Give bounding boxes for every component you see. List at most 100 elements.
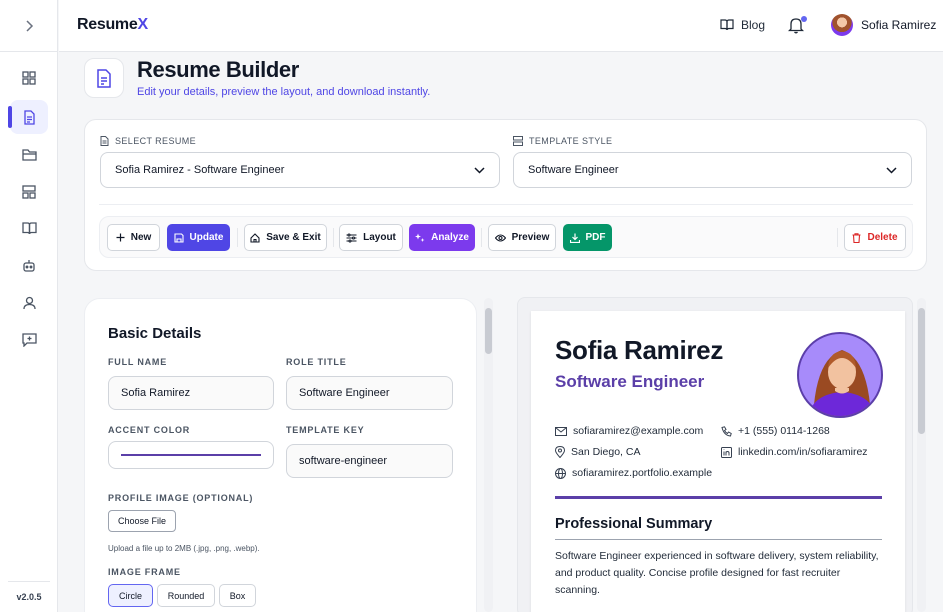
app-logo[interactable]: ResumeX — [77, 16, 148, 34]
section-title: Basic Details — [108, 325, 202, 342]
document-icon — [100, 136, 109, 146]
sidebar-item-ai-assistant[interactable] — [10, 249, 48, 283]
resume-controls-card: SELECT RESUME Sofia Ramirez - Software E… — [84, 119, 927, 271]
accent-color-swatch — [121, 454, 261, 456]
user-icon — [22, 296, 36, 310]
toolbar-separator — [837, 228, 838, 247]
resume-page: Sofia Ramirez Software Engineer sofiaram… — [531, 311, 905, 612]
eye-icon — [494, 233, 506, 242]
basic-details-card: Basic Details FULL NAME Sofia Ramirez RO… — [84, 298, 477, 612]
book-icon — [720, 19, 734, 31]
document-icon — [23, 109, 36, 125]
avatar — [831, 14, 853, 36]
update-button[interactable]: Update — [167, 224, 230, 251]
full-name-field[interactable]: Sofia Ramirez — [108, 376, 274, 410]
upload-hint: Upload a file up to 2MB (.jpg, .png, .we… — [108, 544, 260, 553]
sidebar-item-feedback[interactable] — [10, 323, 48, 357]
select-resume-label: SELECT RESUME — [100, 136, 196, 146]
layout-icon — [513, 136, 523, 146]
folder-icon — [21, 148, 37, 161]
user-name: Sofia Ramirez — [861, 18, 937, 32]
pdf-button[interactable]: PDF — [563, 224, 612, 251]
template-key-label: TEMPLATE KEY — [286, 425, 365, 435]
app-version: v2.0.5 — [8, 581, 50, 602]
image-frame-label: IMAGE FRAME — [108, 567, 181, 577]
toolbar-separator — [333, 228, 334, 247]
summary-text: Software Engineer experienced in softwar… — [555, 550, 879, 596]
document-icon — [96, 68, 112, 88]
linkedin-icon — [721, 446, 732, 458]
location-pin-icon — [555, 446, 565, 458]
accent-color-picker[interactable] — [108, 441, 274, 469]
full-name-label: FULL NAME — [108, 357, 168, 367]
template-style-dropdown[interactable]: Software Engineer — [513, 152, 912, 188]
sidebar-item-dashboard[interactable] — [10, 61, 48, 95]
trash-icon — [852, 232, 861, 243]
phone-icon — [721, 425, 732, 437]
role-title-field[interactable]: Software Engineer — [286, 376, 453, 410]
blog-link[interactable]: Blog — [720, 18, 765, 32]
profile-photo — [797, 332, 883, 418]
save-icon — [173, 232, 184, 243]
template-style-label: TEMPLATE STYLE — [513, 136, 612, 146]
sidebar-toggle[interactable] — [0, 0, 58, 52]
resume-linkedin: linkedin.com/in/sofiaramirez — [721, 446, 868, 458]
resume-location: San Diego, CA — [555, 446, 640, 458]
topbar: ResumeX Blog Sofia Ramirez — [59, 0, 943, 52]
notifications-button[interactable] — [788, 16, 807, 36]
blog-label: Blog — [741, 18, 766, 32]
book-icon — [21, 221, 37, 235]
layout-icon — [22, 185, 36, 199]
section-divider — [555, 539, 882, 540]
sidebar-item-profile[interactable] — [10, 286, 48, 320]
notification-dot — [801, 16, 807, 22]
feedback-icon — [21, 333, 37, 347]
role-title-label: ROLE TITLE — [286, 357, 347, 367]
resume-phone: +1 (555) 0114-1268 — [721, 425, 830, 437]
chevron-right-icon — [24, 19, 34, 32]
sidebar-item-files[interactable] — [10, 137, 48, 171]
robot-icon — [22, 259, 36, 273]
resume-email: sofiaramirez@example.com — [555, 425, 703, 437]
save-exit-button[interactable]: Save & Exit — [244, 224, 327, 251]
preview-button[interactable]: Preview — [488, 224, 556, 251]
scrollbar-thumb[interactable] — [918, 308, 925, 434]
page-title: Resume Builder — [137, 57, 299, 82]
summary-heading: Professional Summary — [555, 516, 713, 532]
delete-button[interactable]: Delete — [844, 224, 906, 251]
preview-scrollbar[interactable] — [917, 298, 926, 612]
plus-icon — [116, 233, 125, 242]
toolbar-separator — [481, 228, 482, 247]
select-resume-value: Sofia Ramirez - Software Engineer — [115, 164, 285, 176]
scrollbar-thumb[interactable] — [485, 308, 492, 354]
choose-file-button[interactable]: Choose File — [108, 510, 176, 532]
frame-box-button[interactable]: Box — [219, 584, 256, 607]
chevron-down-icon — [474, 166, 485, 174]
page-subtitle: Edit your details, preview the layout, a… — [137, 86, 431, 98]
grid-icon — [22, 71, 36, 85]
divider — [99, 204, 913, 205]
toolbar-separator — [237, 228, 238, 247]
sparkle-icon — [415, 233, 425, 243]
sidebar-item-guides[interactable] — [10, 211, 48, 245]
analyze-button[interactable]: Analyze — [409, 224, 475, 251]
layout-button[interactable]: Layout — [339, 224, 403, 251]
new-button[interactable]: New — [107, 224, 160, 251]
sidebar-item-resume-builder[interactable] — [8, 100, 48, 134]
user-menu[interactable]: Sofia Ramirez — [831, 14, 936, 36]
accent-rule — [555, 496, 882, 499]
chevron-down-icon — [886, 166, 897, 174]
download-icon — [569, 233, 580, 243]
template-key-field[interactable]: software-engineer — [286, 444, 453, 478]
resume-preview-panel: Sofia Ramirez Software Engineer sofiaram… — [517, 297, 913, 612]
globe-icon — [555, 467, 566, 479]
form-scrollbar[interactable] — [484, 298, 493, 612]
resume-name: Sofia Ramirez — [555, 335, 724, 365]
mail-icon — [555, 426, 567, 436]
frame-circle-button[interactable]: Circle — [108, 584, 153, 607]
sidebar-item-templates[interactable] — [10, 175, 48, 209]
select-resume-dropdown[interactable]: Sofia Ramirez - Software Engineer — [100, 152, 500, 188]
action-toolbar: New Update Save & Exit Layout Analyze Pr… — [99, 216, 913, 258]
frame-rounded-button[interactable]: Rounded — [157, 584, 215, 607]
accent-color-label: ACCENT COLOR — [108, 425, 191, 435]
